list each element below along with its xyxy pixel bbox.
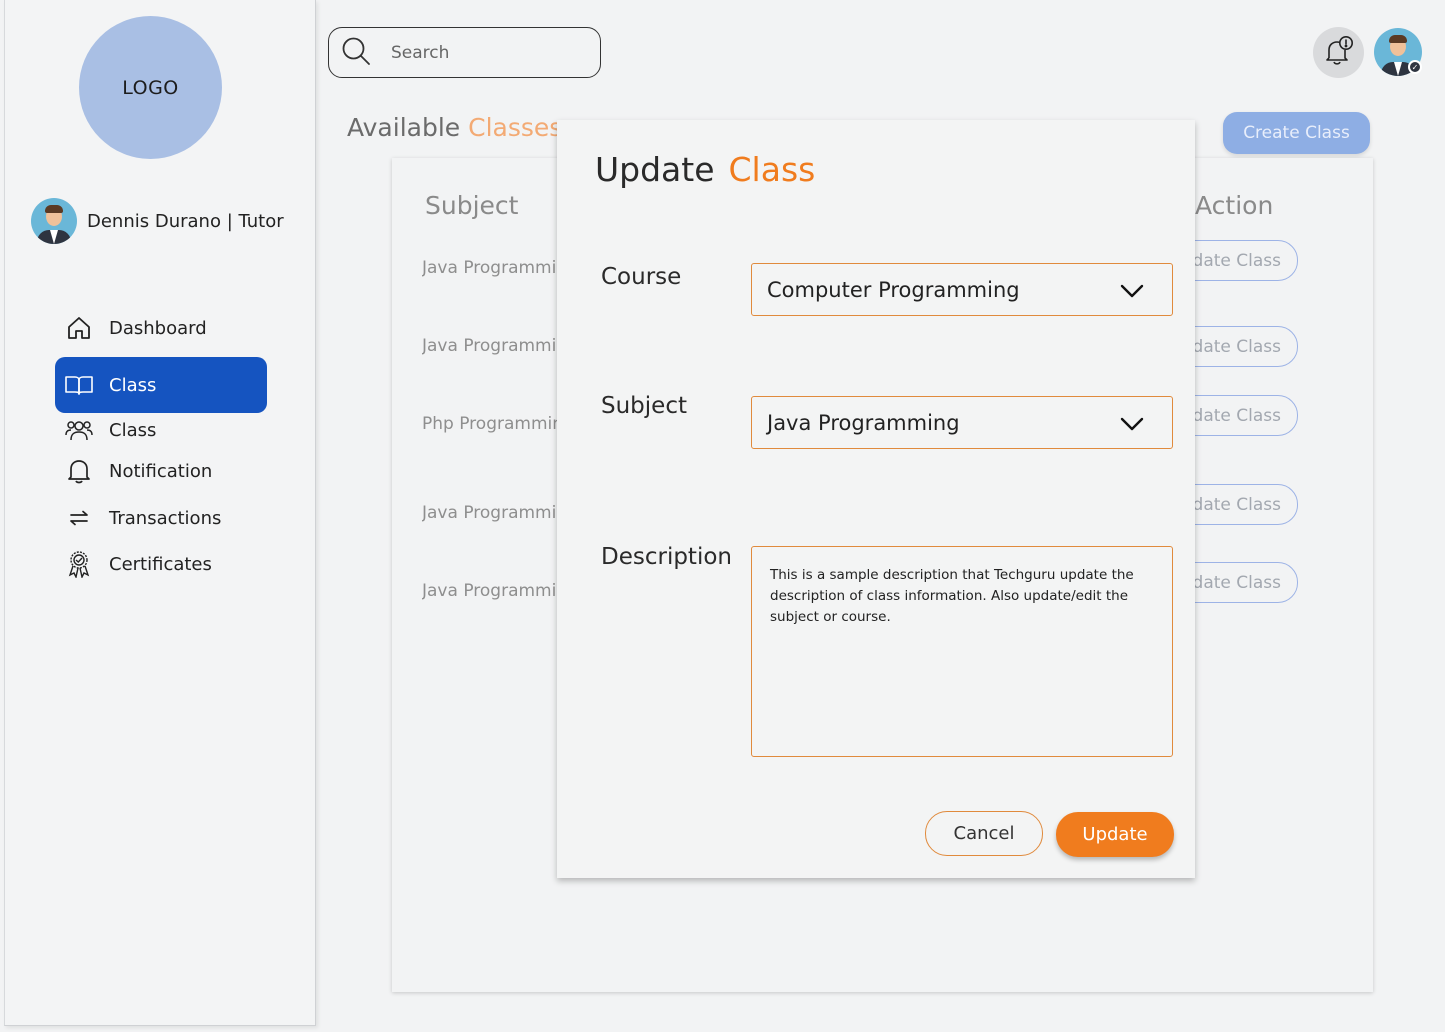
chevron-down-icon [1120, 413, 1144, 437]
table-row-subject: Java Programming [422, 258, 557, 278]
home-icon [65, 314, 93, 342]
update-button[interactable]: Update [1056, 812, 1174, 857]
sidebar-item-notification[interactable]: Notification [55, 449, 267, 493]
modal-title-main: Update [595, 150, 715, 189]
arrows-icon [65, 504, 93, 532]
create-class-button[interactable]: Create Class [1223, 112, 1370, 154]
column-header-action: Action [1195, 191, 1274, 220]
modal-title: Update Class [595, 150, 815, 189]
description-textarea[interactable]: This is a sample description that Techgu… [751, 546, 1173, 757]
verified-badge-icon: ✓ [1408, 60, 1422, 74]
table-row-subject: Java Programming [422, 503, 557, 523]
subject-select-value: Java Programming [767, 410, 960, 435]
sidebar-item-class[interactable]: Class [55, 408, 267, 452]
page-title-main: Available [347, 113, 461, 142]
sidebar-item-label: Class [109, 419, 157, 441]
user-avatar [31, 198, 77, 244]
page-title: Available Classes [347, 113, 562, 142]
table-row-subject: Php Programming [422, 414, 557, 434]
table-row-subject: Java Programming [422, 336, 557, 356]
sidebar-item-label: Notification [109, 460, 213, 482]
update-class-modal: Update Class Course Computer Programming … [557, 120, 1195, 878]
search-input[interactable] [391, 42, 581, 63]
logo: LOGO [79, 16, 222, 159]
chevron-down-icon [1120, 280, 1144, 304]
sidebar-item-class-active[interactable]: Class [55, 357, 267, 413]
sidebar-item-label: Certificates [109, 553, 212, 575]
subject-label: Subject [601, 393, 687, 419]
column-header-subject: Subject [425, 191, 519, 220]
table-row-subject: Java Programming [422, 581, 557, 601]
sidebar: LOGO Dennis Durano | Tutor Dashboard Cla… [4, 0, 316, 1026]
sidebar-item-certificates[interactable]: Certificates [55, 542, 267, 586]
users-icon [65, 416, 93, 444]
page-title-accent: Classes [468, 113, 563, 142]
logo-text: LOGO [122, 76, 179, 99]
notification-button[interactable] [1313, 27, 1364, 78]
search-bar[interactable] [328, 27, 601, 78]
bell-alert-icon [1324, 35, 1354, 71]
search-icon [341, 36, 371, 70]
user-profile: Dennis Durano | Tutor [31, 198, 284, 244]
bell-icon [65, 457, 93, 485]
book-icon [65, 371, 93, 399]
sidebar-item-transactions[interactable]: Transactions [55, 496, 267, 540]
award-icon [65, 550, 93, 578]
sidebar-item-label: Transactions [109, 507, 222, 529]
sidebar-item-dashboard[interactable]: Dashboard [55, 306, 267, 350]
sidebar-item-label: Dashboard [109, 317, 207, 339]
profile-name: Dennis Durano | Tutor [87, 210, 284, 232]
sidebar-item-label: Class [109, 374, 157, 396]
description-label: Description [601, 544, 732, 570]
course-label: Course [601, 264, 682, 290]
user-menu-avatar[interactable]: ✓ [1374, 28, 1422, 76]
modal-title-accent: Class [728, 150, 816, 189]
course-select[interactable]: Computer Programming [751, 263, 1173, 316]
course-select-value: Computer Programming [767, 277, 1020, 302]
subject-select[interactable]: Java Programming [751, 396, 1173, 449]
cancel-button[interactable]: Cancel [925, 811, 1043, 856]
